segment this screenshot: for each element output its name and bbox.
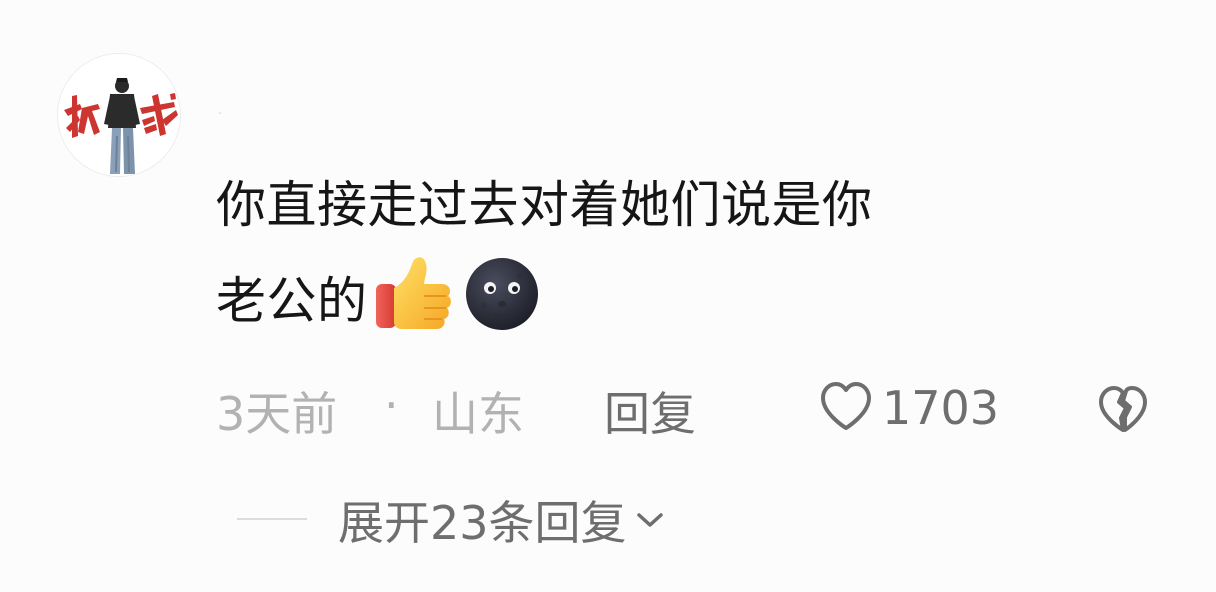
heart-outline-icon	[818, 380, 874, 436]
dislike-button[interactable]	[1096, 384, 1150, 438]
comment-location: 山东	[432, 387, 524, 441]
reply-button[interactable]: 回复	[604, 378, 696, 444]
expand-replies-button[interactable]: 展开23条回复	[338, 490, 665, 550]
comment-text: 你直接走过去对着她们说是你 老公的	[216, 160, 1116, 362]
comment-text-line-2-text: 老公的	[216, 272, 368, 330]
comment-meta-row: 3天前 · 山东 回复 1703	[0, 378, 1216, 441]
comment-text-line-1: 你直接走过去对着她们说是你	[216, 176, 873, 234]
username[interactable]: -	[218, 108, 222, 119]
like-button[interactable]: 1703	[818, 378, 999, 438]
like-count: 1703	[882, 381, 1000, 435]
expand-divider	[237, 518, 307, 520]
thumbs-up-emoji	[372, 250, 456, 362]
comment-item: - 你直接走过去对着她们说是你 老公的 3天前 · 山东 回复 1703 展开2…	[0, 0, 1216, 592]
broken-heart-icon	[1096, 386, 1150, 438]
expand-replies-row: 展开23条回复	[0, 490, 1216, 550]
comment-time: 3天前	[216, 387, 338, 441]
expand-replies-label: 展开23条回复	[338, 496, 627, 550]
chevron-down-icon	[635, 510, 665, 534]
meta-separator: ·	[384, 378, 399, 432]
avatar[interactable]	[57, 53, 181, 177]
comment-text-line-2: 老公的	[216, 250, 1116, 362]
new-moon-face-emoji	[460, 250, 544, 362]
avatar-image	[58, 54, 180, 176]
